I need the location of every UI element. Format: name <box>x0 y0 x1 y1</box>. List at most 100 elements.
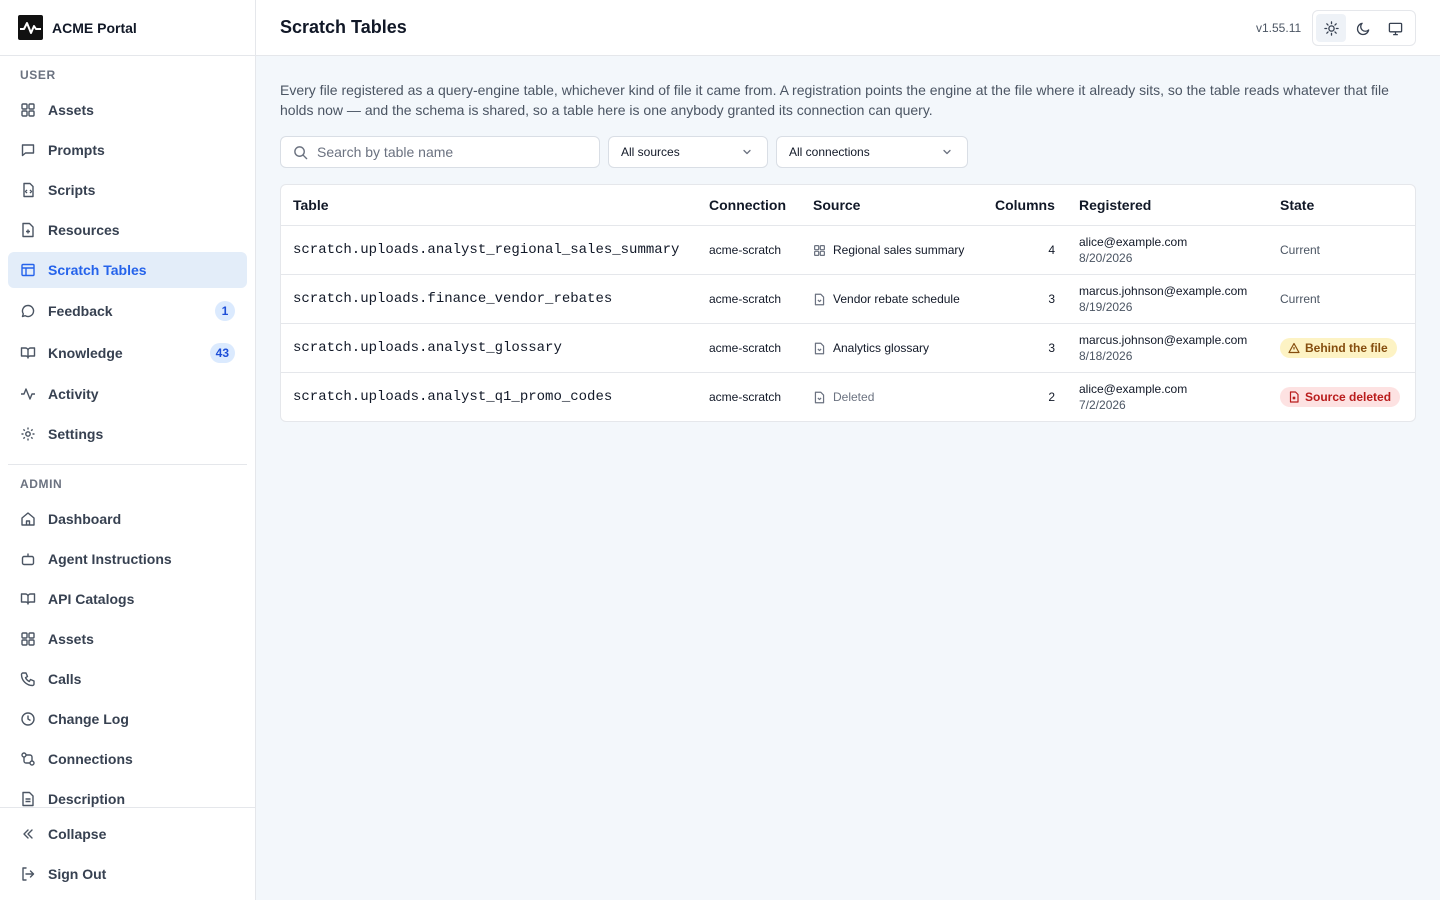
top-header: Scratch Tables v1.55.11 <box>256 0 1440 56</box>
registered-date: 8/18/2026 <box>1079 349 1133 363</box>
table-icon <box>21 263 35 277</box>
sidebar-item-label: Dashboard <box>48 511 122 527</box>
sidebar-item-label: Assets <box>48 631 94 647</box>
sidebar-item-assets[interactable]: Assets <box>8 92 247 128</box>
table-row[interactable]: scratch.uploads.analyst_regional_sales_s… <box>281 226 1415 275</box>
sun-icon <box>1323 20 1339 36</box>
feedback-count-badge: 1 <box>215 301 235 321</box>
table-name[interactable]: scratch.uploads.analyst_regional_sales_s… <box>293 226 679 274</box>
column-header-state[interactable]: State <box>1280 197 1314 213</box>
sidebar-item-calls[interactable]: Calls <box>8 661 247 697</box>
registered-info: marcus.johnson@example.com 8/19/2026 <box>1079 275 1247 323</box>
version-label: v1.55.11 <box>1256 21 1302 35</box>
sidebar-item-knowledge[interactable]: Knowledge 43 <box>8 335 247 371</box>
state-cell: Current <box>1280 275 1320 323</box>
file-plus-icon <box>22 222 34 238</box>
activity-icon <box>21 388 35 400</box>
bot-icon <box>21 553 35 566</box>
file-text-icon <box>22 791 34 807</box>
table-row[interactable]: scratch.uploads.finance_vendor_rebates a… <box>281 275 1415 324</box>
moon-icon <box>1356 22 1369 35</box>
grid-icon <box>21 103 35 117</box>
sidebar-divider <box>8 464 247 465</box>
brand[interactable]: ACME Portal <box>0 0 255 56</box>
collapse-button[interactable]: Collapse <box>8 816 247 852</box>
source-link[interactable]: Regional sales summary <box>813 226 964 274</box>
connections-filter-select[interactable]: All connections <box>776 136 968 168</box>
sidebar-item-agent-instructions[interactable]: Agent Instructions <box>8 541 247 577</box>
connection-name: acme-scratch <box>709 390 782 404</box>
acme-logo-icon <box>18 15 43 40</box>
registered-date: 8/20/2026 <box>1079 251 1133 265</box>
column-count: 2 <box>1048 390 1055 404</box>
table-row[interactable]: scratch.uploads.analyst_glossary acme-sc… <box>281 324 1415 373</box>
message-square-icon <box>21 144 35 157</box>
sidebar-item-resources[interactable]: Resources <box>8 212 247 248</box>
column-header-registered[interactable]: Registered <box>1079 197 1151 213</box>
source-name: Analytics glossary <box>833 341 930 355</box>
search-box <box>280 136 600 168</box>
registered-by: marcus.johnson@example.com <box>1079 333 1248 347</box>
source-link[interactable]: Vendor rebate schedule <box>813 275 960 323</box>
sidebar-item-label: Assets <box>48 102 94 118</box>
sidebar: ACME Portal USER Assets Prompts Scripts … <box>0 0 256 900</box>
message-circle-icon <box>21 304 35 318</box>
search-input[interactable] <box>317 144 577 160</box>
source-link: Deleted <box>813 373 874 421</box>
state-text: Behind the file <box>1305 341 1388 355</box>
registered-info: marcus.johnson@example.com 8/18/2026 <box>1079 324 1247 372</box>
state-badge-danger: Source deleted <box>1280 387 1401 407</box>
sidebar-item-scratch-tables[interactable]: Scratch Tables <box>8 252 247 288</box>
sources-filter-select[interactable]: All sources <box>608 136 768 168</box>
table-row[interactable]: scratch.uploads.analyst_q1_promo_codes a… <box>281 373 1415 421</box>
phone-icon <box>20 672 35 687</box>
scratch-tables-table: Table Connection Source Columns Register… <box>280 184 1416 422</box>
source-link[interactable]: Analytics glossary <box>813 324 929 372</box>
table-header: Table Connection Source Columns Register… <box>281 185 1415 226</box>
column-header-connection[interactable]: Connection <box>709 197 786 213</box>
code-icon <box>23 182 34 198</box>
clock-icon <box>21 712 35 726</box>
sidebar-item-prompts[interactable]: Prompts <box>8 132 247 168</box>
gear-icon <box>21 427 35 441</box>
sidebar-item-api-catalogs[interactable]: API Catalogs <box>8 581 247 617</box>
sidebar-item-change-log[interactable]: Change Log <box>8 701 247 737</box>
book-open-icon <box>20 347 36 359</box>
table-name[interactable]: scratch.uploads.finance_vendor_rebates <box>293 275 612 323</box>
column-count: 3 <box>1048 341 1055 355</box>
log-out-icon <box>22 867 35 881</box>
sidebar-item-feedback[interactable]: Feedback 1 <box>8 293 247 329</box>
light-theme-button[interactable] <box>1316 14 1346 42</box>
sidebar-item-admin-assets[interactable]: Assets <box>8 621 247 657</box>
sidebar-item-label: Calls <box>48 671 82 687</box>
source-name: Deleted <box>833 390 875 404</box>
dark-theme-button[interactable] <box>1348 14 1378 42</box>
table-name[interactable]: scratch.uploads.analyst_glossary <box>293 324 562 372</box>
registered-info: alice@example.com 8/20/2026 <box>1079 226 1187 274</box>
chevrons-left-icon <box>23 829 33 839</box>
sidebar-item-label: Change Log <box>48 711 129 727</box>
column-count: 4 <box>1048 243 1055 257</box>
state-badge-warning: Behind the file <box>1280 338 1397 358</box>
brand-name: ACME Portal <box>52 19 137 36</box>
plug-icon <box>21 752 35 766</box>
sidebar-item-connections[interactable]: Connections <box>8 741 247 777</box>
column-header-columns[interactable]: Columns <box>995 197 1055 213</box>
chevron-down-icon <box>943 149 951 155</box>
table-name[interactable]: scratch.uploads.analyst_q1_promo_codes <box>293 373 612 421</box>
column-header-table[interactable]: Table <box>293 197 329 213</box>
grid-icon <box>814 244 825 256</box>
grid-icon <box>21 632 35 646</box>
file-x-icon <box>1289 391 1299 403</box>
sidebar-item-activity[interactable]: Activity <box>8 376 247 412</box>
state-text: Source deleted <box>1305 390 1392 404</box>
file-icon <box>814 391 825 403</box>
column-header-source[interactable]: Source <box>813 197 860 213</box>
system-theme-button[interactable] <box>1380 14 1410 42</box>
sidebar-item-dashboard[interactable]: Dashboard <box>8 501 247 537</box>
sign-out-button[interactable]: Sign Out <box>8 856 247 892</box>
sidebar-item-settings[interactable]: Settings <box>8 416 247 452</box>
state-text: Current <box>1280 292 1321 306</box>
sidebar-item-scripts[interactable]: Scripts <box>8 172 247 208</box>
sources-filter-value: All sources <box>621 145 680 159</box>
